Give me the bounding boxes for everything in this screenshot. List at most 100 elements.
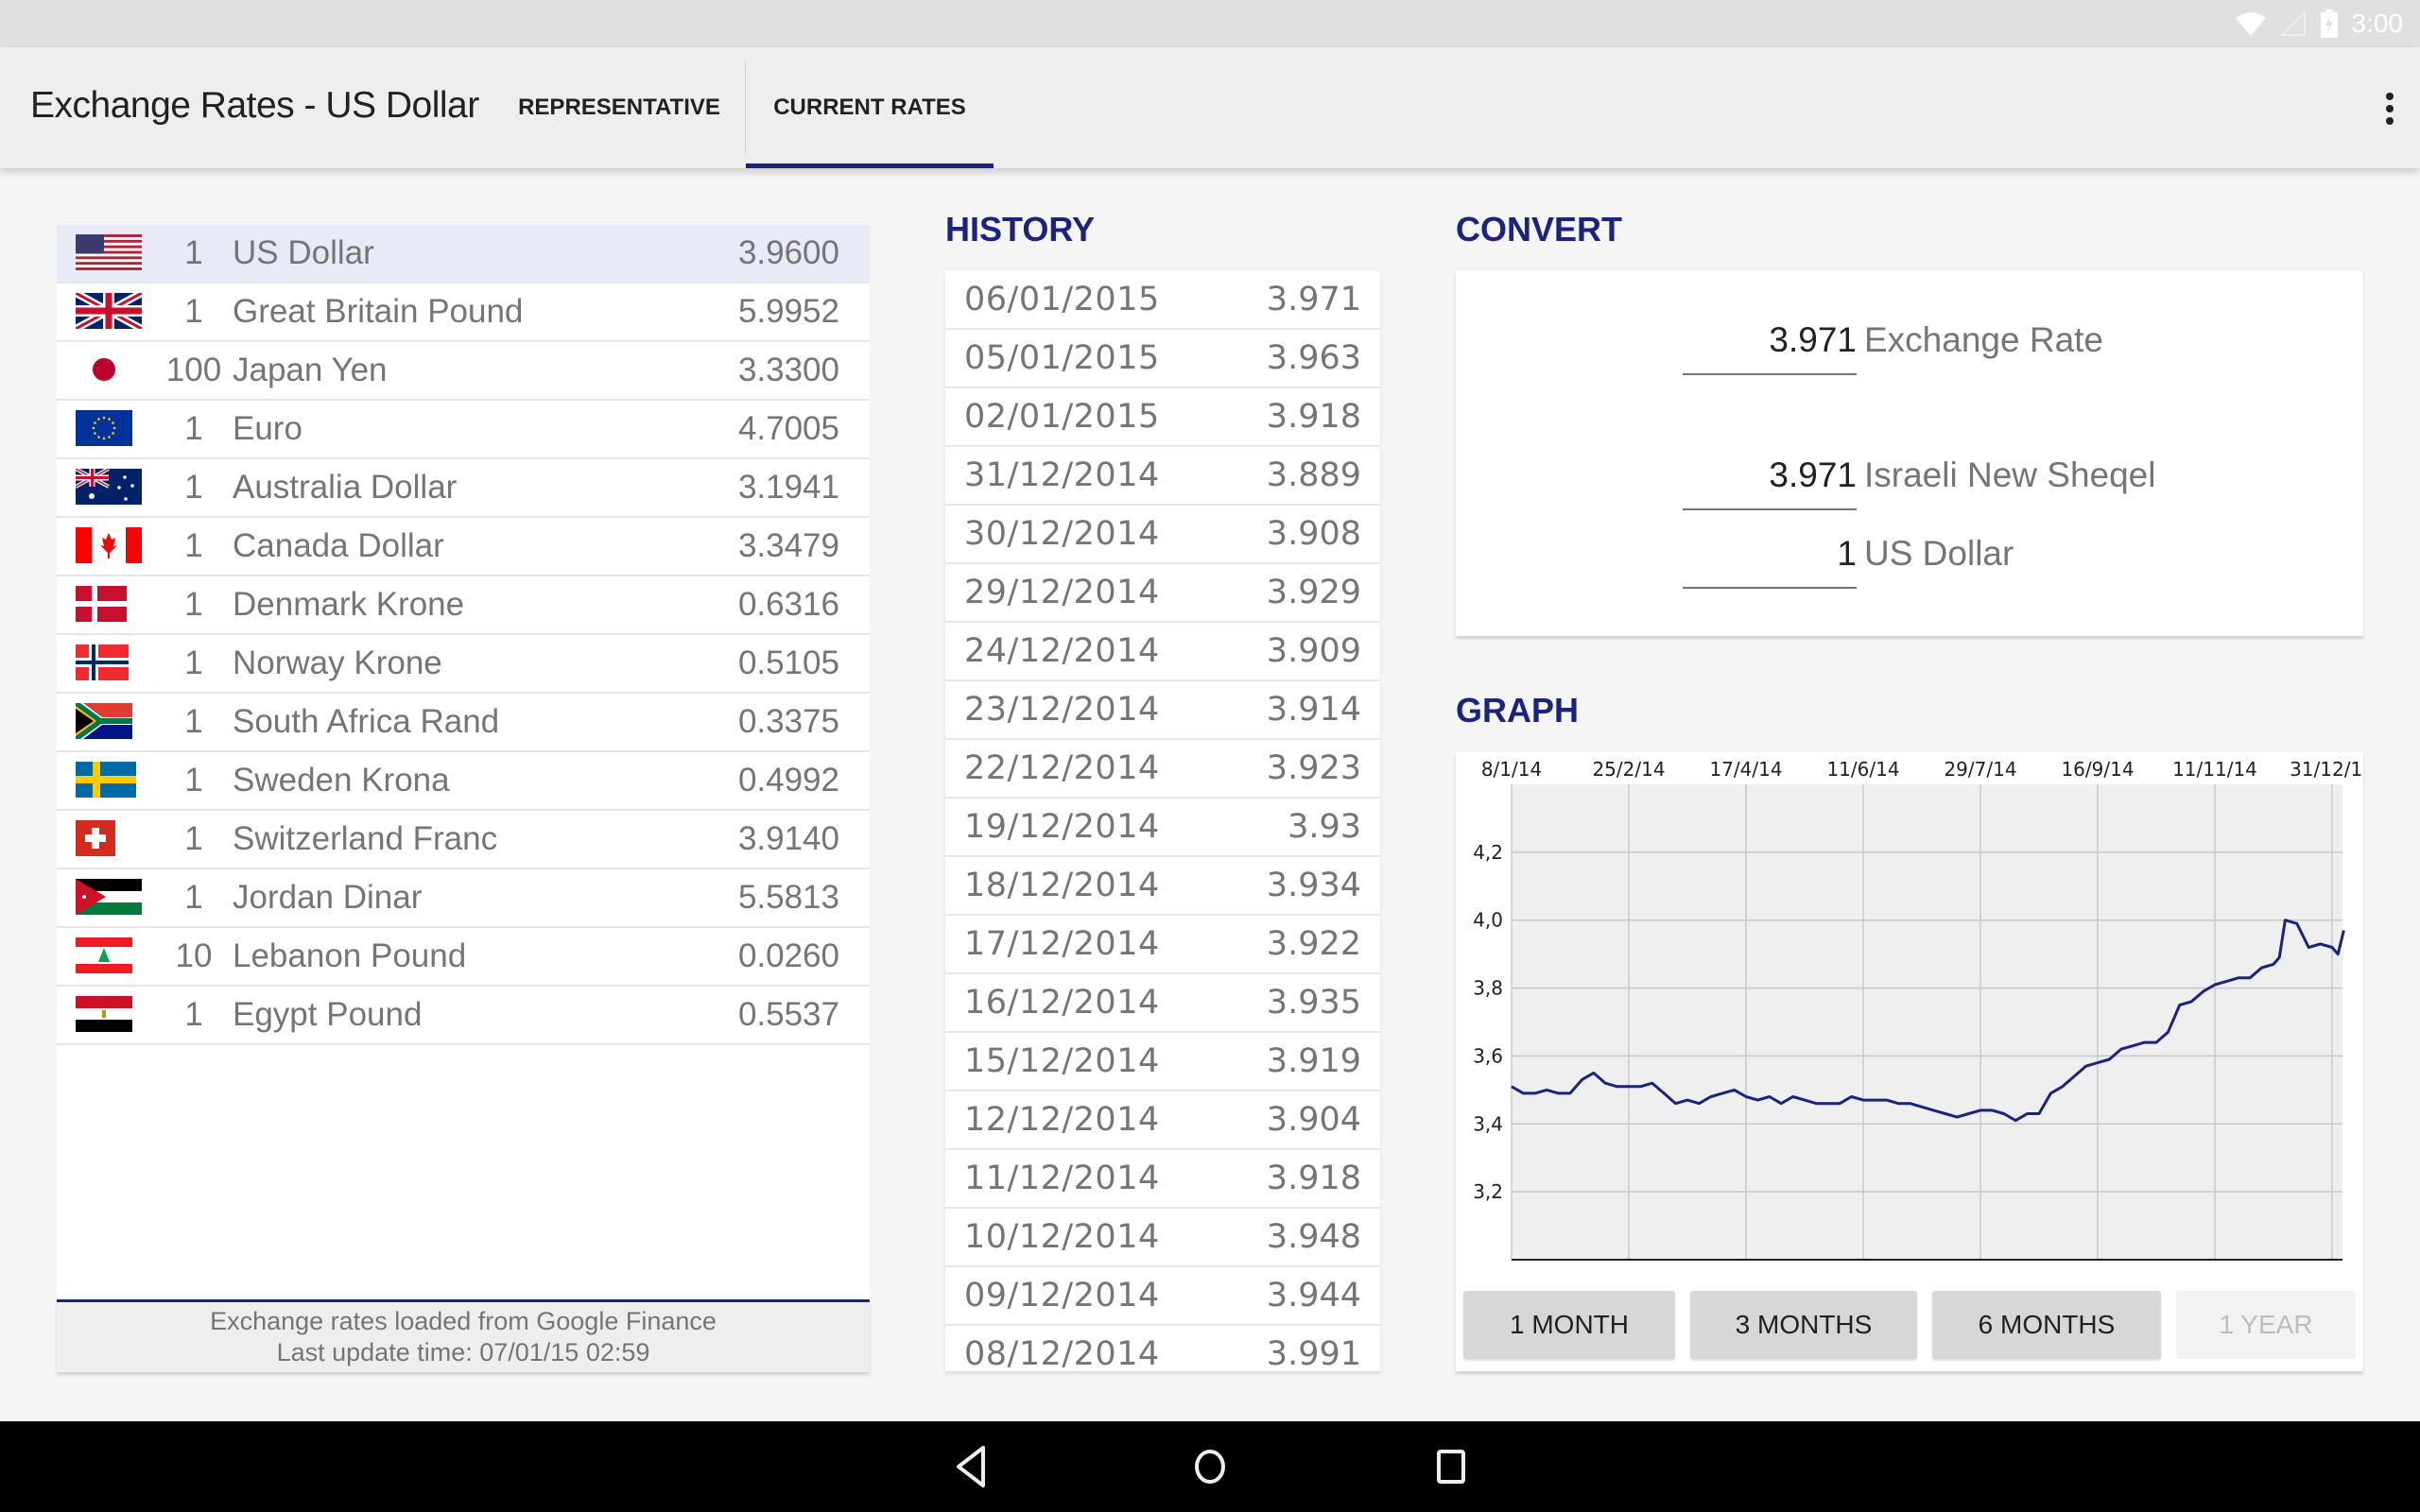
currency-list: Exchange rates loaded from Google Financ… (57, 225, 870, 1372)
currency-rate: 3.1941 (737, 469, 839, 506)
ils-label: Israeli New Sheqel (1864, 455, 2156, 494)
usd-underline (1683, 587, 1857, 589)
tab-representative[interactable]: REPRESENTATIVE (510, 47, 728, 168)
ils-amount-input[interactable]: 3.971 (1683, 455, 1857, 495)
flag-ch-icon (76, 820, 142, 856)
history-date: 05/01/2015 (964, 339, 1160, 377)
range-1-year-button: 1 YEAR (2176, 1291, 2356, 1359)
history-value: 3.889 (1266, 456, 1361, 494)
history-value: 3.991 (1266, 1335, 1361, 1371)
history-date: 17/12/2014 (964, 925, 1160, 963)
currency-unit: 1 (184, 234, 203, 271)
history-date: 06/01/2015 (964, 281, 1160, 318)
cell-signal-icon (2279, 10, 2306, 36)
flag-no-icon (76, 644, 142, 680)
history-date: 09/12/2014 (964, 1277, 1160, 1314)
history-row[interactable]: 23/12/2014 3.914 (945, 681, 1380, 740)
currency-name: Lebanon Pound (233, 937, 467, 974)
history-row[interactable]: 09/12/2014 3.944 (945, 1267, 1380, 1326)
range-1-month-button[interactable]: 1 MONTH (1463, 1291, 1675, 1359)
tab-current-rates[interactable]: CURRENT RATES (746, 47, 994, 168)
currency-row-eu[interactable]: 1 Euro 4.7005 (57, 401, 870, 459)
range-6-months-button[interactable]: 6 MONTHS (1932, 1291, 2161, 1359)
currency-rate: 3.9140 (737, 820, 839, 857)
currency-row-dk[interactable]: 1 Denmark Krone 0.6316 (57, 576, 870, 635)
currency-name: Egypt Pound (233, 996, 423, 1033)
currency-unit: 1 (184, 879, 203, 916)
currency-row-lb[interactable]: 10 Lebanon Pound 0.0260 (57, 928, 870, 987)
currency-rate: 0.6316 (737, 586, 839, 623)
history-date: 08/12/2014 (964, 1335, 1160, 1371)
currency-unit: 1 (184, 820, 203, 857)
status-bar: 3:00 (0, 0, 2420, 47)
currency-row-se[interactable]: 1 Sweden Krona 0.4992 (57, 752, 870, 811)
currency-name: Great Britain Pound (233, 293, 524, 330)
exchange-rate-underline (1683, 373, 1857, 375)
history-value: 3.935 (1266, 984, 1361, 1022)
history-value: 3.918 (1266, 1160, 1361, 1197)
history-value: 3.918 (1266, 398, 1361, 436)
usd-label: US Dollar (1864, 534, 2014, 573)
exchange-rate-label: Exchange Rate (1864, 320, 2104, 359)
home-icon[interactable] (1182, 1442, 1238, 1491)
more-vert-icon[interactable] (2378, 85, 2401, 132)
back-icon[interactable] (945, 1442, 1002, 1491)
exchange-rate-input[interactable]: 3.971 (1683, 320, 1857, 360)
currency-rate: 3.3300 (737, 352, 839, 388)
recents-icon[interactable] (1423, 1442, 1479, 1491)
history-list[interactable]: 06/01/2015 3.971 05/01/2015 3.963 02/01/2015… (945, 271, 1380, 1371)
currency-row-gb[interactable]: 1 Great Britain Pound 5.9952 (57, 284, 870, 342)
navigation-bar (0, 1421, 2420, 1512)
history-row[interactable]: 31/12/2014 3.889 (945, 447, 1380, 506)
battery-charging-icon (2320, 9, 2338, 38)
currency-unit: 1 (184, 762, 203, 799)
ils-underline (1683, 508, 1857, 510)
x-tick-label: 11/11/14 (2172, 758, 2257, 781)
history-date: 19/12/2014 (964, 808, 1160, 846)
flag-jo-icon (76, 879, 142, 915)
history-row[interactable]: 02/01/2015 3.918 (945, 388, 1380, 447)
history-row[interactable]: 29/12/2014 3.929 (945, 564, 1380, 623)
flag-au-icon (76, 469, 142, 505)
history-row[interactable]: 16/12/2014 3.935 (945, 974, 1380, 1033)
currency-rate: 4.7005 (737, 410, 839, 447)
history-row[interactable]: 30/12/2014 3.908 (945, 506, 1380, 564)
currency-row-us[interactable]: 1 US Dollar 3.9600 (57, 225, 870, 284)
clock: 3:00 (2351, 9, 2404, 38)
history-date: 23/12/2014 (964, 691, 1160, 729)
history-date: 31/12/2014 (964, 456, 1160, 494)
currency-row-no[interactable]: 1 Norway Krone 0.5105 (57, 635, 870, 694)
x-tick-label: 25/2/14 (1592, 758, 1665, 781)
history-row[interactable]: 08/12/2014 3.991 (945, 1326, 1380, 1371)
history-row[interactable]: 06/01/2015 3.971 (945, 271, 1380, 330)
currency-name: Sweden Krona (233, 762, 450, 799)
history-row[interactable]: 17/12/2014 3.922 (945, 916, 1380, 974)
flag-gb-icon (76, 293, 142, 329)
history-row[interactable]: 18/12/2014 3.934 (945, 857, 1380, 916)
currency-row-jp[interactable]: 100 Japan Yen 3.3300 (57, 342, 870, 401)
currency-unit: 1 (184, 586, 203, 623)
currency-name: US Dollar (233, 234, 374, 271)
currency-row-eg[interactable]: 1 Egypt Pound 0.5537 (57, 987, 870, 1045)
flag-eu-icon (76, 410, 142, 446)
currency-row-ca[interactable]: 1 Canada Dollar 3.3479 (57, 518, 870, 576)
history-row[interactable]: 12/12/2014 3.904 (945, 1091, 1380, 1150)
history-row[interactable]: 10/12/2014 3.948 (945, 1209, 1380, 1267)
history-value: 3.944 (1266, 1277, 1361, 1314)
y-tick-label: 3,2 (1473, 1180, 1503, 1203)
history-row[interactable]: 11/12/2014 3.918 (945, 1150, 1380, 1209)
history-row[interactable]: 24/12/2014 3.909 (945, 623, 1380, 681)
range-3-months-button[interactable]: 3 MONTHS (1690, 1291, 1917, 1359)
currency-row-za[interactable]: 1 South Africa Rand 0.3375 (57, 694, 870, 752)
currency-row-ch[interactable]: 1 Switzerland Franc 3.9140 (57, 811, 870, 869)
history-row[interactable]: 19/12/2014 3.93 (945, 799, 1380, 857)
flag-jp-icon (76, 352, 142, 387)
history-value: 3.934 (1266, 867, 1361, 904)
history-row[interactable]: 22/12/2014 3.923 (945, 740, 1380, 799)
usd-amount-input[interactable]: 1 (1683, 534, 1857, 574)
history-row[interactable]: 15/12/2014 3.919 (945, 1033, 1380, 1091)
currency-row-jo[interactable]: 1 Jordan Dinar 5.5813 (57, 869, 870, 928)
currency-row-au[interactable]: 1 Australia Dollar 3.1941 (57, 459, 870, 518)
history-row[interactable]: 05/01/2015 3.963 (945, 330, 1380, 388)
history-date: 18/12/2014 (964, 867, 1160, 904)
